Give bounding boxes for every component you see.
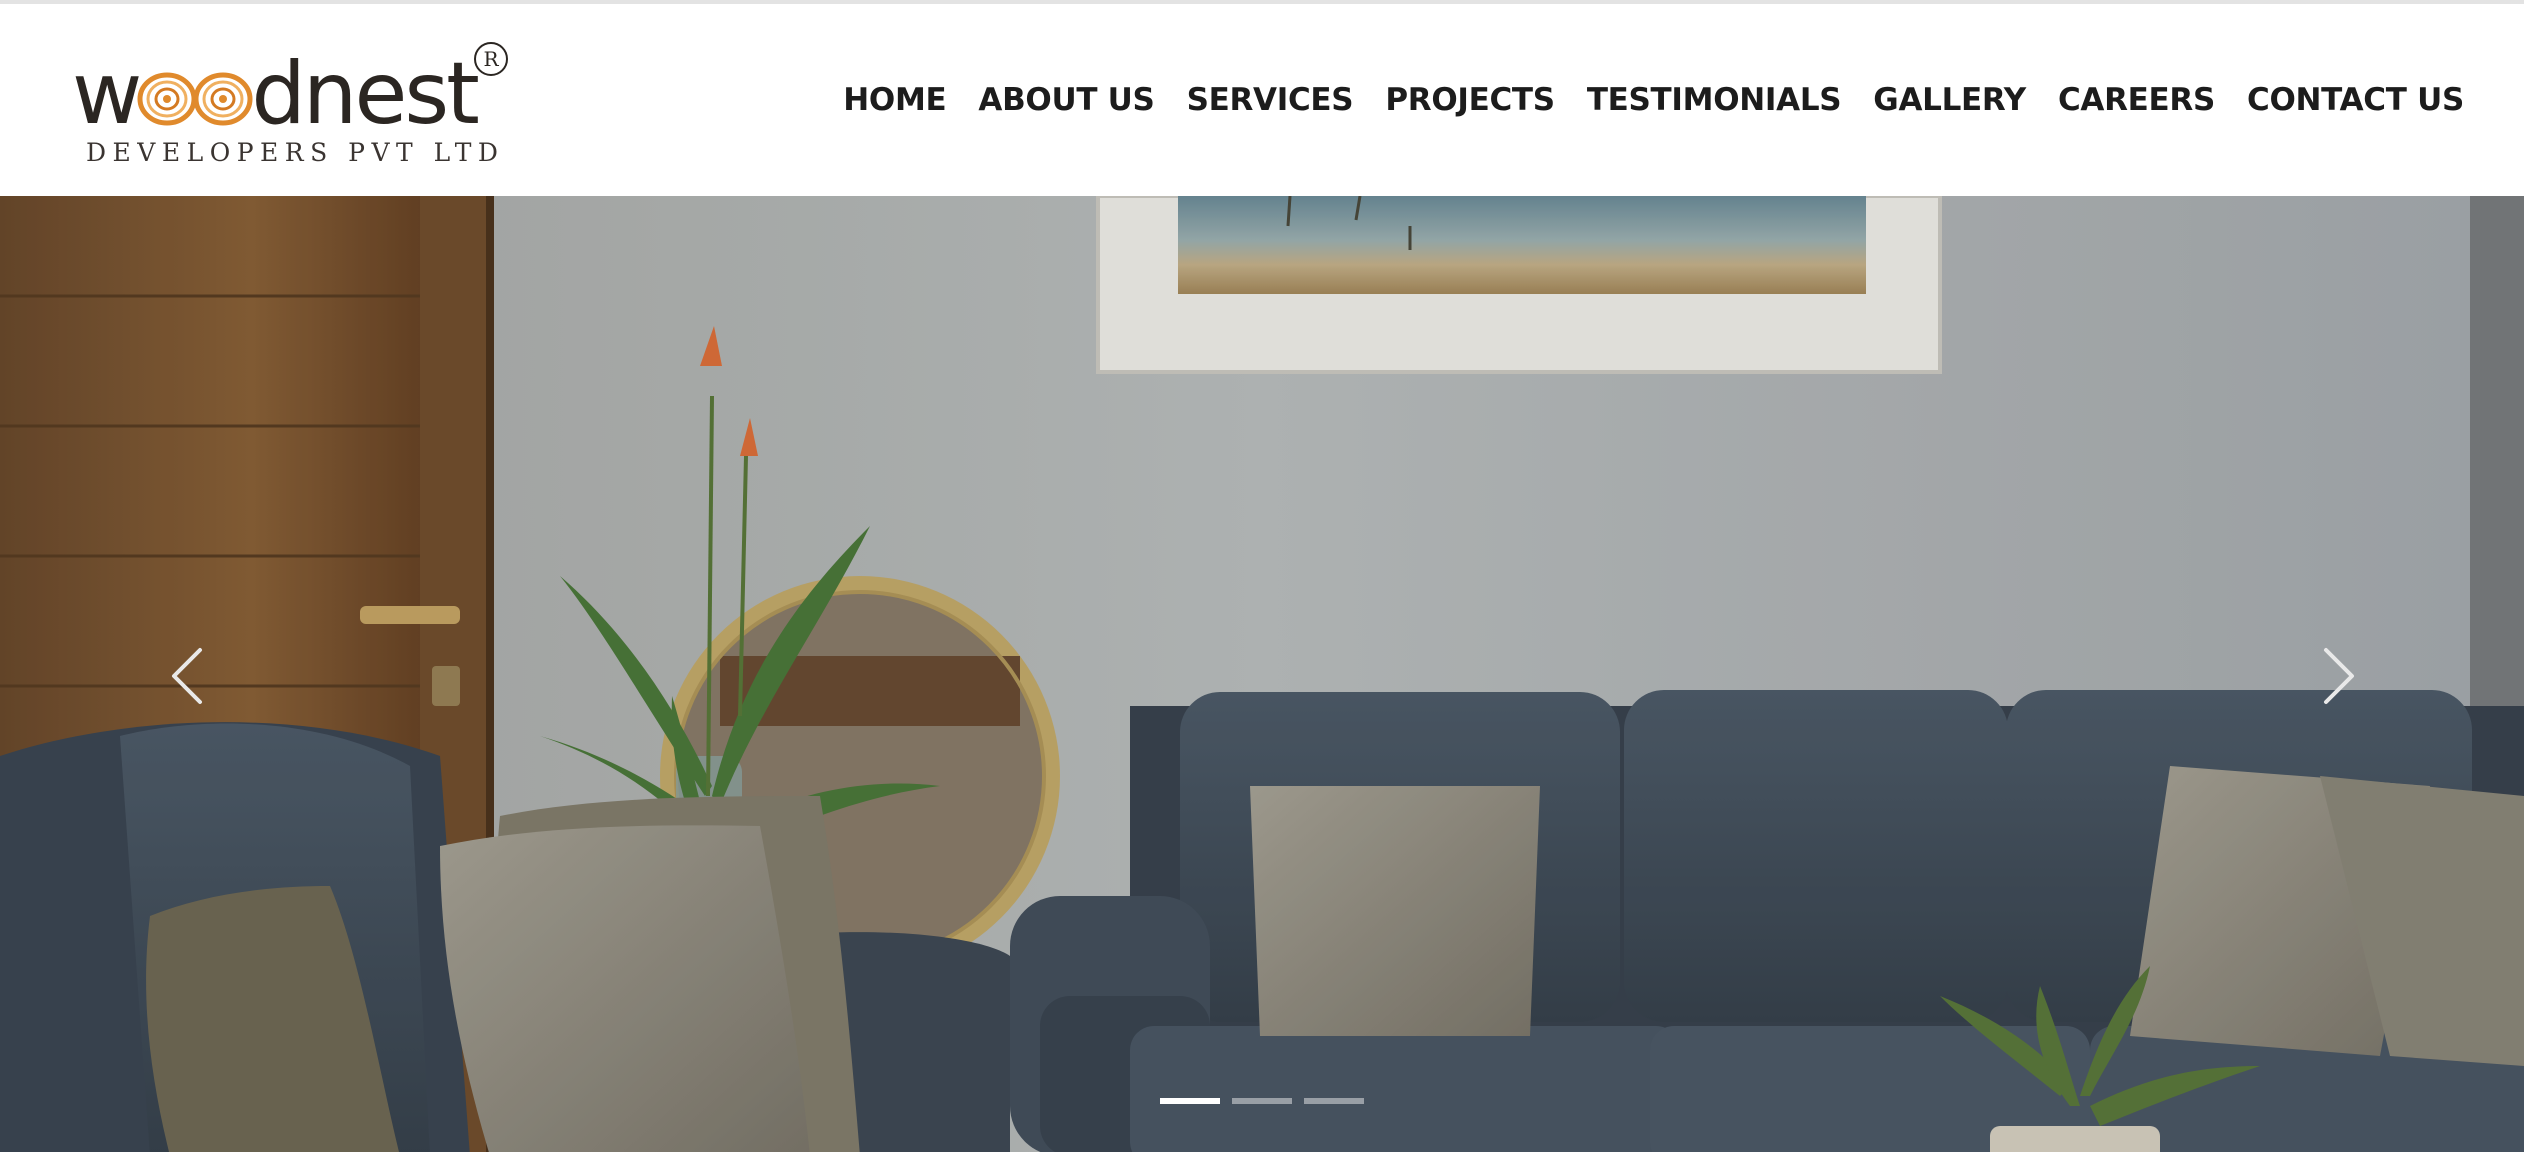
wood-ring-icon — [193, 48, 253, 126]
nav-about-us[interactable]: ABOUT US — [978, 82, 1154, 118]
bottom-edge — [0, 1152, 2524, 1156]
wood-ring-icon — [137, 48, 197, 126]
nav-home[interactable]: HOME — [843, 82, 946, 118]
nav-contact-us[interactable]: CONTACT US — [2247, 82, 2464, 118]
site-header: w dnest R DEVELOPERS PVT LTD HOME ABOUT U… — [0, 4, 2524, 196]
hero-carousel — [0, 196, 2524, 1156]
nav-careers[interactable]: CAREERS — [2058, 82, 2215, 118]
brand-letters-dnest: dnest — [251, 44, 480, 144]
nav-services[interactable]: SERVICES — [1187, 82, 1354, 118]
carousel-prev-button[interactable] — [150, 636, 230, 716]
brand-letter-w: w — [72, 44, 142, 144]
carousel-indicator-3[interactable] — [1304, 1098, 1364, 1104]
nav-projects[interactable]: PROJECTS — [1385, 82, 1555, 118]
registered-mark: R — [474, 42, 508, 76]
main-navigation: HOME ABOUT US SERVICES PROJECTS TESTIMON… — [811, 4, 2464, 196]
chevron-left-icon — [172, 648, 202, 704]
nav-gallery[interactable]: GALLERY — [1873, 82, 2026, 118]
carousel-next-button[interactable] — [2296, 636, 2376, 716]
hero-slide-image — [0, 196, 2524, 1156]
nav-testimonials[interactable]: TESTIMONIALS — [1587, 82, 1842, 118]
carousel-indicator-1[interactable] — [1160, 1098, 1220, 1104]
brand-logo[interactable]: w dnest R DEVELOPERS PVT LTD — [72, 38, 522, 168]
chevron-right-icon — [2324, 648, 2354, 704]
brand-wordmark: w dnest — [72, 44, 482, 144]
carousel-indicators — [1160, 1098, 1364, 1104]
carousel-indicator-2[interactable] — [1232, 1098, 1292, 1104]
brand-tagline: DEVELOPERS PVT LTD — [86, 138, 505, 167]
